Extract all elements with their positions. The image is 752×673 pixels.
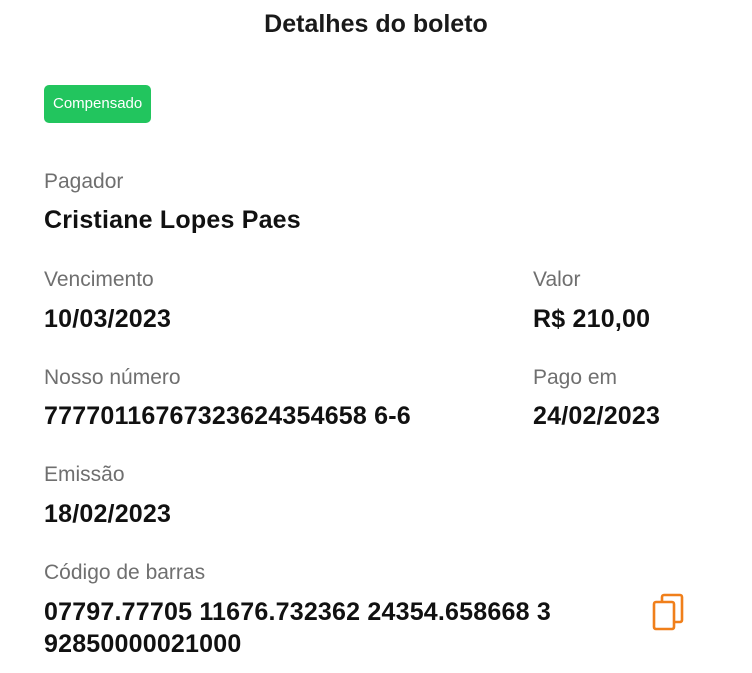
valor-label: Valor <box>533 268 581 291</box>
vencimento-value: 10/03/2023 <box>44 305 172 333</box>
emissao-label: Emissão <box>44 463 125 486</box>
emissao-value: 18/02/2023 <box>44 500 172 528</box>
nosso-numero-value: 77770116767323624354658 6-6 <box>44 402 411 430</box>
page-title: Detalhes do boleto <box>264 10 488 38</box>
copy-barcode-button[interactable] <box>648 590 688 634</box>
pagador-label: Pagador <box>44 170 124 193</box>
pago-em-value: 24/02/2023 <box>533 402 661 430</box>
codigo-barras-value: 07797.77705 11676.732362 24354.658668 3 … <box>44 598 551 658</box>
pagador-value: Cristiane Lopes Paes <box>44 206 301 234</box>
codigo-barras-label: Código de barras <box>44 561 206 584</box>
status-badge: Compensado <box>44 85 152 123</box>
copy-icon <box>652 593 684 631</box>
valor-value: R$ 210,00 <box>533 305 651 333</box>
pago-em-label: Pago em <box>533 366 618 389</box>
nosso-numero-label: Nosso número <box>44 366 181 389</box>
vencimento-label: Vencimento <box>44 268 154 291</box>
